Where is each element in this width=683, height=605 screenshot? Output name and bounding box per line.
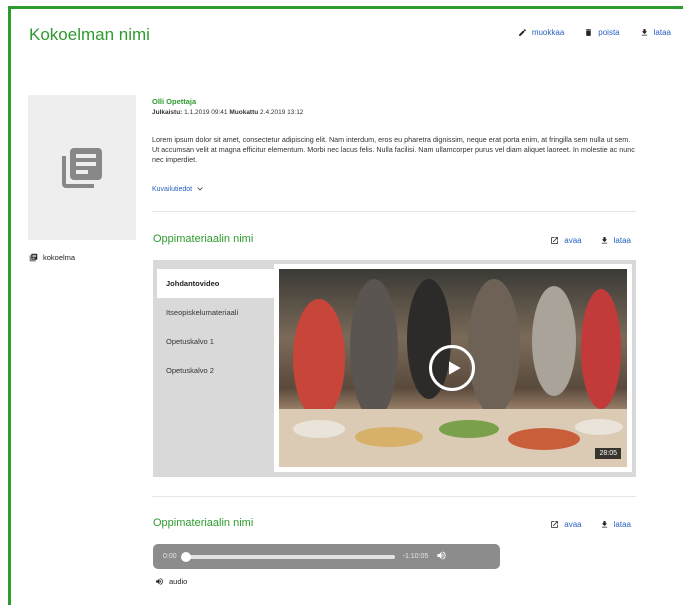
download-icon	[601, 237, 607, 244]
details-toggle-label: Kuvailutiedot	[152, 185, 193, 193]
video-player-container: Johdantovideo Itseopiskelumateriaali Ope…	[153, 260, 636, 477]
material-download-label: lataa	[613, 236, 631, 245]
external-link-icon	[551, 521, 559, 528]
play-button[interactable]	[429, 345, 475, 391]
volume-icon	[156, 578, 163, 585]
material-download-button[interactable]: lataa	[600, 236, 631, 245]
open-button[interactable]: avaa	[550, 520, 582, 529]
download-icon	[601, 521, 607, 528]
playlist-item[interactable]: Johdantovideo	[157, 269, 279, 298]
material-download-label: lataa	[613, 520, 631, 529]
video-thumbnail[interactable]: 28:05	[279, 269, 627, 467]
audio-current-time: 0:00	[163, 553, 177, 560]
collection-title: Kokoelman nimi	[29, 25, 150, 44]
audio-remaining-time: -1:10:05	[402, 553, 429, 560]
audio-seek-bar[interactable]	[180, 551, 395, 562]
library-icon	[62, 147, 102, 188]
external-link-icon	[551, 237, 559, 244]
playlist-item[interactable]: Itseopiskelumateriaali	[157, 298, 279, 327]
collection-actions: muokkaa poista lataa	[518, 28, 671, 37]
delete-button[interactable]: poista	[584, 28, 620, 37]
collection-description: Lorem ipsum dolor sit amet, consectetur …	[152, 135, 635, 164]
delete-label: poista	[598, 28, 620, 37]
section-divider	[152, 496, 636, 497]
material-download-button[interactable]: lataa	[600, 520, 631, 529]
open-button[interactable]: avaa	[550, 236, 582, 245]
trash-icon	[586, 29, 592, 36]
collection-frame: Kokoelman nimi muokkaa poista lataa koko…	[8, 6, 683, 605]
open-label: avaa	[564, 236, 582, 245]
video-frame: 28:05	[274, 264, 632, 472]
collection-type: kokoelma	[29, 253, 75, 262]
video-duration: 28:05	[595, 448, 621, 459]
pencil-icon	[518, 29, 526, 36]
material-actions: avaa lataa	[550, 520, 631, 529]
section-divider	[152, 211, 636, 212]
download-icon	[641, 29, 647, 36]
modified-label: Muokattu	[229, 109, 259, 116]
playlist-item[interactable]: Opetuskalvo 2	[157, 356, 279, 385]
material-title: Oppimateriaalin nimi	[153, 517, 254, 529]
chevron-down-icon	[197, 187, 203, 191]
author-name[interactable]: Olli Opettaja	[152, 97, 196, 106]
download-label: lataa	[653, 28, 671, 37]
audio-type-label: audio	[169, 577, 188, 586]
library-icon	[29, 253, 38, 262]
open-label: avaa	[564, 520, 582, 529]
material-title: Oppimateriaalin nimi	[153, 233, 254, 245]
edit-label: muokkaa	[531, 28, 565, 37]
edit-button[interactable]: muokkaa	[518, 28, 564, 37]
download-button[interactable]: lataa	[640, 28, 671, 37]
playlist-item[interactable]: Opetuskalvo 1	[157, 327, 279, 356]
published-value: 1.1.2019 09:41	[184, 109, 228, 116]
playlist: Johdantovideo Itseopiskelumateriaali Ope…	[157, 269, 279, 468]
collection-thumbnail	[28, 95, 136, 240]
audio-type: audio	[155, 577, 187, 586]
collection-type-label: kokoelma	[43, 253, 76, 262]
modified-value: 2.4.2019 13:12	[260, 109, 304, 116]
volume-icon	[437, 550, 446, 560]
material-actions: avaa lataa	[550, 236, 631, 245]
published-label: Julkaistu:	[152, 109, 183, 116]
details-toggle[interactable]: Kuvailutiedot	[152, 185, 204, 193]
volume-button[interactable]	[436, 548, 447, 566]
publication-dates: Julkaistu: 1.1.2019 09:41 Muokattu 2.4.2…	[152, 109, 303, 116]
audio-player: 0:00 -1:10:05	[153, 544, 500, 569]
play-icon	[449, 361, 461, 375]
audio-seek-handle[interactable]	[180, 551, 191, 562]
